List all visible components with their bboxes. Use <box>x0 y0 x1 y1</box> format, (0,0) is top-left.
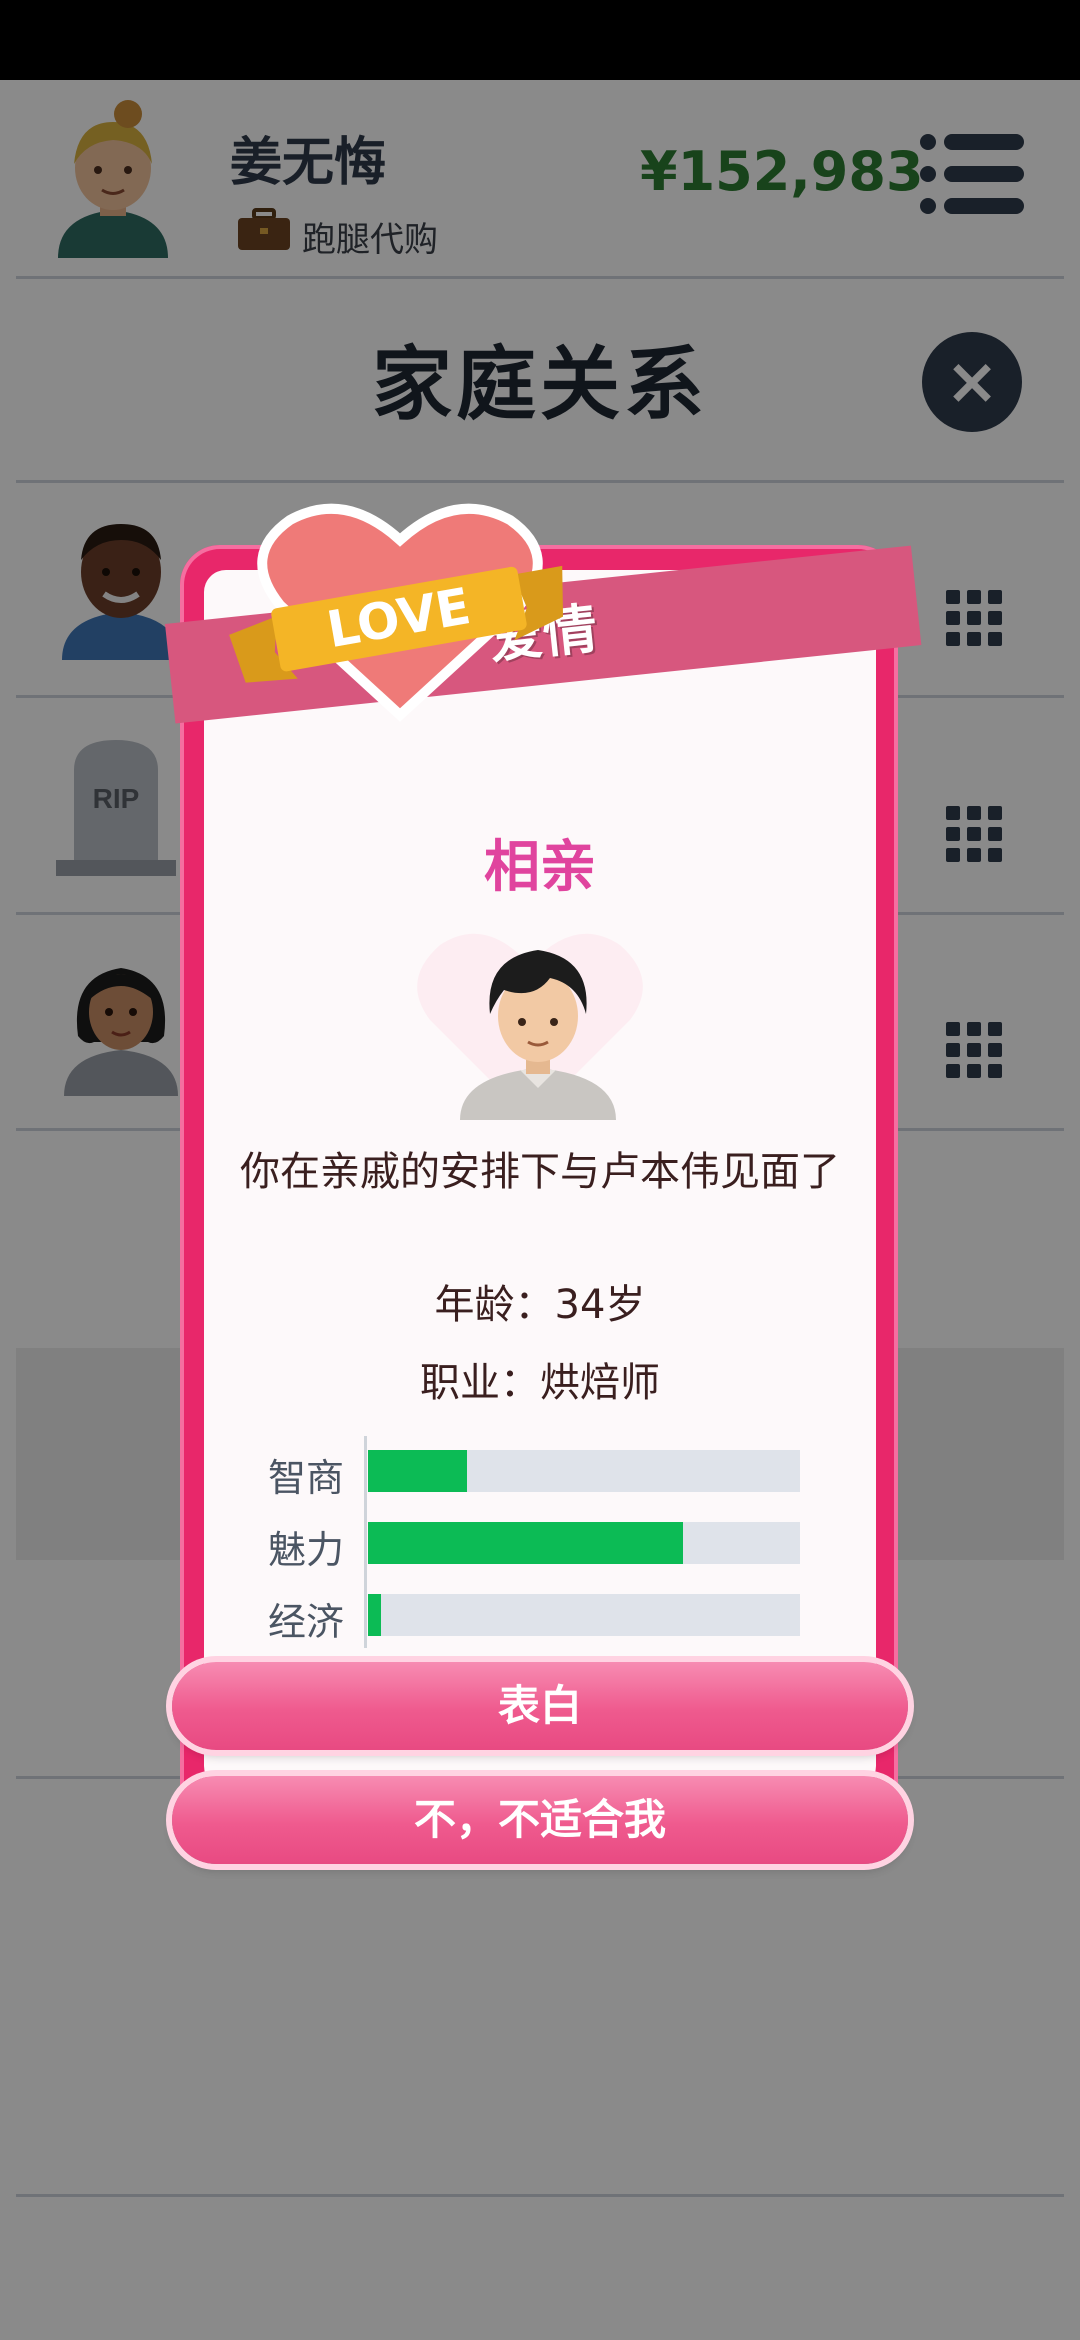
event-title: 相亲 <box>484 835 596 900</box>
status-bar <box>0 0 1080 80</box>
stat-bar-wealth <box>368 1594 800 1636</box>
decline-button[interactable]: 不，不适合我 <box>172 1776 908 1864</box>
confess-button[interactable]: 表白 <box>172 1662 908 1750</box>
stat-label-charm: 魅力 <box>268 1528 345 1572</box>
date-partner-avatar <box>460 950 616 1120</box>
stat-bar-iq <box>368 1450 800 1492</box>
decline-button-label: 不，不适合我 <box>413 1795 666 1844</box>
stats-divider <box>364 1436 367 1648</box>
event-description: 你在亲戚的安排下与卢本伟见面了 <box>240 1149 840 1195</box>
love-heart-icon: LOVE <box>229 503 564 722</box>
stat-fill-iq <box>368 1450 468 1492</box>
partner-age: 年龄：34岁 <box>434 1282 646 1328</box>
confess-button-label: 表白 <box>497 1681 582 1730</box>
stat-fill-charm <box>368 1522 684 1564</box>
partner-job: 职业：烘焙师 <box>420 1360 660 1406</box>
stat-bar-charm <box>368 1522 800 1564</box>
stat-fill-wealth <box>368 1594 381 1636</box>
stat-label-iq: 智商 <box>268 1456 345 1500</box>
stat-label-wealth: 经济 <box>268 1600 345 1644</box>
